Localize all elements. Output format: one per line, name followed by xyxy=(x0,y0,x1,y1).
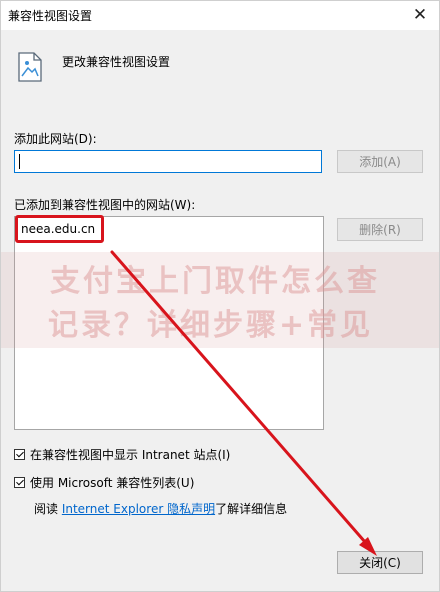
info-suffix: 了解详细信息 xyxy=(215,502,288,516)
sites-listbox[interactable]: neea.edu.cn xyxy=(14,216,324,430)
close-button[interactable]: 关闭(C) xyxy=(337,551,423,574)
privacy-info: 阅读 Internet Explorer 隐私声明了解详细信息 xyxy=(34,500,287,517)
add-site-label: 添加此网站(D): xyxy=(14,132,97,146)
dialog-heading: 更改兼容性视图设置 xyxy=(62,55,171,69)
intranet-label: 在兼容性视图中显示 Intranet 站点(I) xyxy=(30,448,231,462)
remove-button[interactable]: 删除(R) xyxy=(337,218,423,241)
intranet-option[interactable]: 在兼容性视图中显示 Intranet 站点(I) xyxy=(14,446,230,463)
ms-list-label: 使用 Microsoft 兼容性列表(U) xyxy=(30,476,195,490)
intranet-checkbox[interactable] xyxy=(14,449,25,460)
add-button[interactable]: 添加(A) xyxy=(337,150,423,173)
title-bar: 兼容性视图设置 ✕ xyxy=(0,0,440,30)
close-icon[interactable]: ✕ xyxy=(406,1,434,29)
ms-list-checkbox[interactable] xyxy=(14,477,25,488)
sites-list-label: 已添加到兼容性视图中的网站(W): xyxy=(14,198,196,212)
text-caret xyxy=(19,154,20,169)
add-site-input[interactable] xyxy=(14,150,322,173)
window-title: 兼容性视图设置 xyxy=(8,9,93,23)
document-settings-icon xyxy=(18,52,42,82)
privacy-link[interactable]: Internet Explorer 隐私声明 xyxy=(62,502,215,516)
ms-list-option[interactable]: 使用 Microsoft 兼容性列表(U) xyxy=(14,474,194,491)
annotation-highlight-box xyxy=(15,215,104,243)
info-prefix: 阅读 xyxy=(34,502,62,516)
